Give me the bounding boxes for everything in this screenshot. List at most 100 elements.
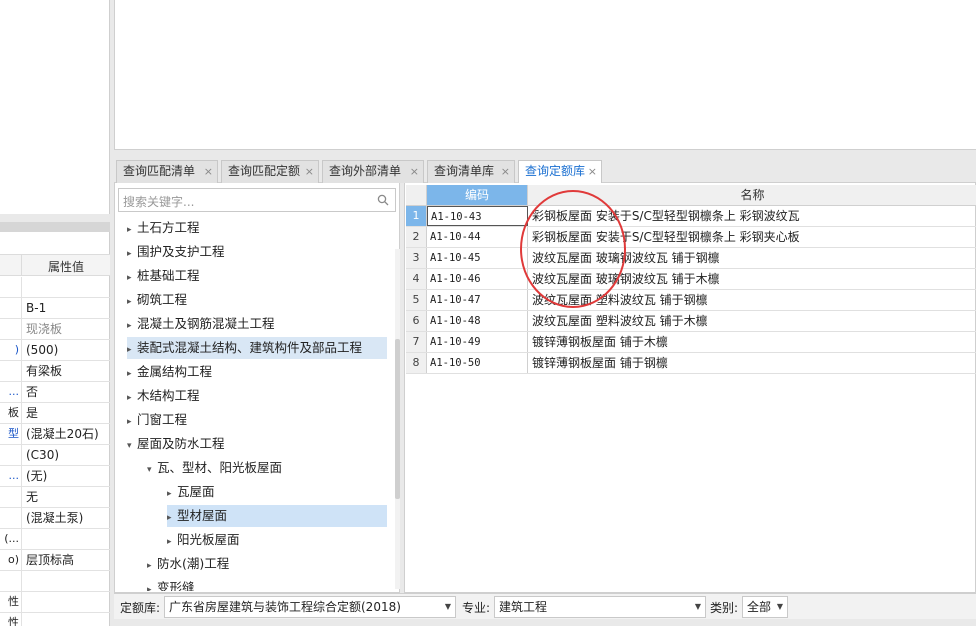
caret-right-icon[interactable]: ▸ (127, 339, 137, 361)
property-row[interactable] (0, 571, 110, 592)
tree-node[interactable]: ▸ 砌筑工程 (127, 289, 387, 311)
table-row[interactable]: 5 A1-10-47 波纹瓦屋面 塑料波纹瓦 铺于钢檩 (406, 290, 976, 311)
property-row[interactable]: o) 层顶标高 (0, 550, 110, 571)
table-row[interactable]: 1 A1-10-43 彩钢板屋面 安装于S/C型轻型钢檩条上 彩钢波纹瓦 (406, 206, 976, 227)
caret-right-icon[interactable]: ▸ (127, 219, 137, 241)
quota-name-cell[interactable]: 波纹瓦屋面 玻璃钢波纹瓦 铺于木檩 (532, 269, 972, 289)
tree-scrollbar[interactable] (395, 249, 400, 589)
search-icon[interactable] (377, 194, 389, 206)
property-value[interactable]: (混凝土20石) (26, 424, 110, 444)
quota-name-cell[interactable]: 波纹瓦屋面 玻璃钢波纹瓦 铺于钢檩 (532, 248, 972, 268)
table-row[interactable]: 6 A1-10-48 波纹瓦屋面 塑料波纹瓦 铺于木檩 (406, 311, 976, 332)
grid-header-name[interactable]: 名称 (528, 185, 976, 206)
quota-code-cell[interactable]: A1-10-45 (427, 248, 528, 268)
caret-right-icon[interactable]: ▸ (127, 267, 137, 289)
property-value[interactable]: 层顶标高 (26, 550, 110, 570)
property-row[interactable]: 性 (0, 613, 110, 626)
caret-right-icon[interactable]: ▸ (167, 483, 177, 505)
close-icon[interactable]: × (204, 161, 213, 182)
caret-down-icon[interactable]: ▾ (127, 435, 137, 457)
tree-node[interactable]: ▸ 木结构工程 (127, 385, 387, 407)
quota-code-cell[interactable]: A1-10-49 (427, 332, 528, 352)
property-row[interactable]: 无 (0, 487, 110, 508)
quota-name-cell[interactable]: 彩钢板屋面 安装于S/C型轻型钢檩条上 彩钢夹心板 (532, 227, 972, 247)
property-value[interactable]: (无) (26, 466, 110, 486)
tree-node[interactable]: ▸ 防水(潮)工程 (147, 553, 387, 575)
caret-down-icon[interactable]: ▾ (147, 459, 157, 481)
property-row[interactable]: (... (0, 529, 110, 550)
property-row[interactable]: 型 (混凝土20石) (0, 424, 110, 445)
quota-code-cell[interactable]: A1-10-44 (427, 227, 528, 247)
quota-code-cell[interactable]: A1-10-50 (427, 353, 528, 373)
property-row[interactable]: (混凝土泵) (0, 508, 110, 529)
property-row[interactable]: ... (无) (0, 466, 110, 487)
tab-3[interactable]: 查询外部清单 × (322, 160, 424, 183)
table-row[interactable]: 3 A1-10-45 波纹瓦屋面 玻璃钢波纹瓦 铺于钢檩 (406, 248, 976, 269)
close-icon[interactable]: × (588, 161, 597, 182)
property-row[interactable]: 现浇板 (0, 319, 110, 340)
property-row[interactable]: ) (500) (0, 340, 110, 361)
property-value[interactable]: 无 (26, 487, 110, 507)
property-value[interactable]: 是 (26, 403, 110, 423)
property-value[interactable]: 有梁板 (26, 361, 110, 381)
category-select[interactable]: 全部 ▼ (742, 596, 788, 618)
quota-name-cell[interactable]: 彩钢板屋面 安装于S/C型轻型钢檩条上 彩钢波纹瓦 (532, 206, 972, 226)
property-value[interactable]: 否 (26, 382, 110, 402)
property-value[interactable]: 现浇板 (26, 319, 110, 339)
close-icon[interactable]: × (305, 161, 314, 182)
quota-name-cell[interactable]: 波纹瓦屋面 塑料波纹瓦 铺于木檩 (532, 311, 972, 331)
caret-right-icon[interactable]: ▸ (127, 387, 137, 409)
property-value[interactable]: B-1 (26, 298, 110, 318)
table-row[interactable]: 4 A1-10-46 波纹瓦屋面 玻璃钢波纹瓦 铺于木檩 (406, 269, 976, 290)
tree-node[interactable]: ▾ 瓦、型材、阳光板屋面 (147, 457, 387, 479)
caret-right-icon[interactable]: ▸ (127, 291, 137, 313)
tab-2[interactable]: 查询匹配定额 × (221, 160, 319, 183)
caret-right-icon[interactable]: ▸ (167, 507, 177, 529)
tree-node[interactable]: ▸ 型材屋面 (167, 505, 387, 527)
tab-4[interactable]: 查询清单库 × (427, 160, 515, 183)
property-row[interactable]: 有梁板 (0, 361, 110, 382)
grid-header-code[interactable]: 编码 (427, 185, 528, 206)
table-row[interactable]: 2 A1-10-44 彩钢板屋面 安装于S/C型轻型钢檩条上 彩钢夹心板 (406, 227, 976, 248)
quota-code-cell[interactable]: A1-10-47 (427, 290, 528, 310)
quota-code-cell[interactable]: A1-10-43 (427, 206, 528, 226)
tree-node[interactable]: ▸ 门窗工程 (127, 409, 387, 431)
tree-node[interactable]: ▸ 瓦屋面 (167, 481, 387, 503)
tree-node[interactable]: ▸ 围护及支护工程 (127, 241, 387, 263)
tree-scrollbar-thumb[interactable] (395, 339, 400, 499)
horizontal-scrollbar[interactable] (0, 222, 110, 232)
tree-node[interactable]: ▸ 阳光板屋面 (167, 529, 387, 551)
caret-right-icon[interactable]: ▸ (127, 315, 137, 337)
close-icon[interactable]: × (410, 161, 419, 182)
quota-name-cell[interactable]: 镀锌薄钢板屋面 铺于木檩 (532, 332, 972, 352)
property-value[interactable]: (C30) (26, 445, 110, 465)
tree-node[interactable]: ▸ 变形缝 (147, 577, 387, 591)
property-row[interactable]: (C30) (0, 445, 110, 466)
quota-code-cell[interactable]: A1-10-48 (427, 311, 528, 331)
specialty-select[interactable]: 建筑工程 ▼ (494, 596, 706, 618)
quota-library-select[interactable]: 广东省房屋建筑与装饰工程综合定额(2018) ▼ (164, 596, 456, 618)
tab-5[interactable]: 查询定额库 × (518, 160, 602, 184)
property-row[interactable]: 性 (0, 592, 110, 613)
caret-right-icon[interactable]: ▸ (127, 363, 137, 385)
tree-node[interactable]: ▸ 混凝土及钢筋混凝土工程 (127, 313, 387, 335)
tree-node[interactable]: ▾ 屋面及防水工程 (127, 433, 387, 455)
search-input[interactable]: 搜索关键字... (118, 188, 396, 212)
close-icon[interactable]: × (501, 161, 510, 182)
quota-name-cell[interactable]: 镀锌薄钢板屋面 铺于钢檩 (532, 353, 972, 373)
caret-right-icon[interactable]: ▸ (147, 555, 157, 577)
table-row[interactable]: 8 A1-10-50 镀锌薄钢板屋面 铺于钢檩 (406, 353, 976, 374)
property-value[interactable]: (500) (26, 340, 110, 360)
tree-node[interactable]: ▸ 土石方工程 (127, 217, 387, 239)
property-row[interactable] (0, 277, 110, 298)
quota-code-cell[interactable]: A1-10-46 (427, 269, 528, 289)
table-row[interactable]: 7 A1-10-49 镀锌薄钢板屋面 铺于木檩 (406, 332, 976, 353)
caret-right-icon[interactable]: ▸ (127, 243, 137, 265)
property-value[interactable]: (混凝土泵) (26, 508, 110, 528)
property-row[interactable]: B-1 (0, 298, 110, 319)
tree-node[interactable]: ▸ 金属结构工程 (127, 361, 387, 383)
property-row[interactable]: ... 否 (0, 382, 110, 403)
caret-right-icon[interactable]: ▸ (147, 579, 157, 591)
tree-node[interactable]: ▸ 桩基础工程 (127, 265, 387, 287)
quota-name-cell[interactable]: 波纹瓦屋面 塑料波纹瓦 铺于钢檩 (532, 290, 972, 310)
